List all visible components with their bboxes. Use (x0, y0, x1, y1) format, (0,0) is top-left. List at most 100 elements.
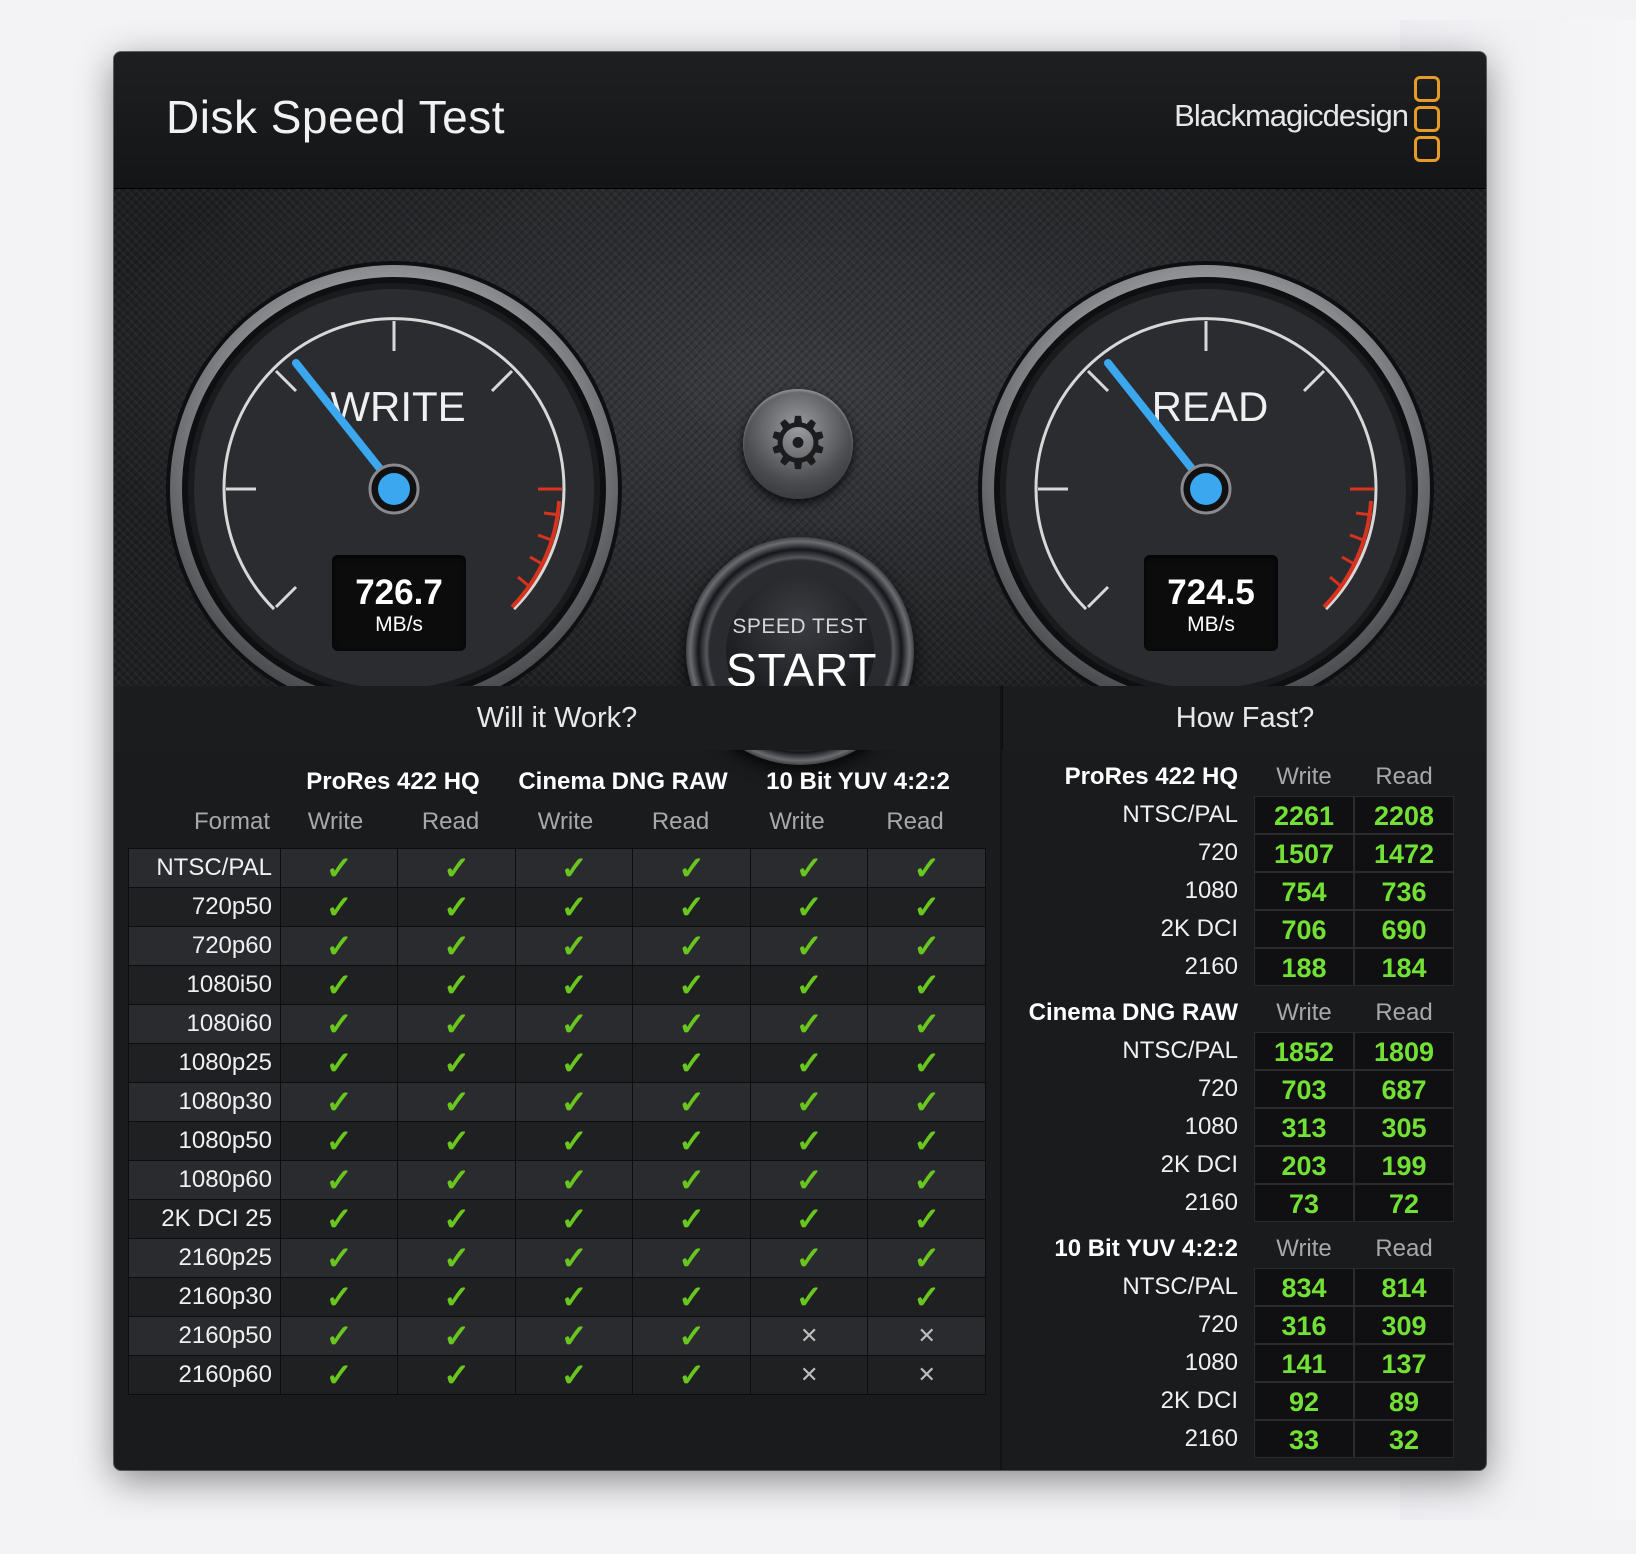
status-cell: ✓ (279, 926, 399, 966)
status-cell: ✓ (632, 1121, 751, 1161)
status-cell: ✓ (514, 1199, 634, 1239)
read-fps-value: 137 (1354, 1344, 1454, 1382)
how-fast-heading: How Fast? (1002, 686, 1486, 750)
status-cell: ✓ (514, 887, 634, 927)
write-column-header: Write (1276, 1235, 1332, 1262)
table-row: 1080 754 736 (1002, 872, 1486, 910)
write-value: 726.7 (355, 573, 443, 612)
write-fps-value: 313 (1254, 1108, 1354, 1146)
check-icon: ✓ (325, 1123, 353, 1159)
table-row: 2K DCI 203 199 (1002, 1146, 1486, 1184)
format-label: 2K DCI 25 (128, 1199, 281, 1239)
status-cell: ✓ (632, 1277, 751, 1317)
check-icon: ✓ (678, 850, 706, 886)
read-fps-value: 1809 (1354, 1032, 1454, 1070)
check-icon: ✓ (795, 1045, 823, 1081)
check-icon: ✓ (913, 928, 941, 964)
cross-icon: ✕ (799, 1323, 819, 1348)
write-fps-value: 2261 (1254, 796, 1354, 834)
check-icon: ✓ (560, 1318, 588, 1354)
status-cell: ✓ (397, 848, 516, 888)
status-cell: ✓ (397, 1160, 516, 1200)
check-icon: ✓ (913, 1045, 941, 1081)
write-fps-value: 188 (1254, 948, 1354, 986)
status-cell: ✓ (514, 1316, 634, 1356)
read-fps-value: 89 (1354, 1382, 1454, 1420)
status-cell: ✓ (867, 1121, 986, 1161)
check-icon: ✓ (560, 1240, 588, 1276)
read-value: 724.5 (1167, 573, 1255, 612)
status-cell: ✓ (514, 1277, 634, 1317)
status-cell: ✓ (514, 1160, 634, 1200)
check-icon: ✓ (678, 1201, 706, 1237)
status-cell: ✓ (514, 1355, 634, 1395)
table-row: 2160p25 ✓ ✓ ✓ ✓ ✓ ✓ (128, 1238, 986, 1278)
status-cell: ✓ (632, 848, 751, 888)
check-icon: ✓ (560, 889, 588, 925)
format-label: 1080i60 (128, 1004, 281, 1044)
table-row: 720 316 309 (1002, 1306, 1486, 1344)
status-cell: ✓ (867, 965, 986, 1005)
read-fps-value: 814 (1354, 1268, 1454, 1306)
resolution-label: 1080 (1184, 1349, 1238, 1376)
group-yuv: 10 Bit YUV 4:2:2 (766, 768, 950, 795)
read-fps-value: 1472 (1354, 834, 1454, 872)
check-icon: ✓ (325, 928, 353, 964)
status-cell: ✓ (632, 1238, 751, 1278)
table-row: 2K DCI 92 89 (1002, 1382, 1486, 1420)
check-icon: ✓ (678, 889, 706, 925)
status-cell: ✓ (279, 1121, 399, 1161)
resolution-label: NTSC/PAL (1122, 1273, 1238, 1300)
table-row: 1080 141 137 (1002, 1344, 1486, 1382)
format-label: 2160p50 (128, 1316, 281, 1356)
status-cell: ✓ (397, 1277, 516, 1317)
app-title: Disk Speed Test (166, 91, 506, 143)
table-row: 2K DCI 706 690 (1002, 910, 1486, 948)
cross-icon: ✕ (917, 1323, 936, 1348)
check-icon: ✓ (560, 1006, 588, 1042)
status-cell: ✓ (632, 887, 751, 927)
settings-button[interactable]: ⚙ (743, 389, 853, 499)
check-icon: ✓ (443, 1006, 471, 1042)
check-icon: ✓ (325, 1006, 353, 1042)
status-cell: ✓ (867, 1004, 986, 1044)
table-row: 720p50 ✓ ✓ ✓ ✓ ✓ ✓ (128, 887, 986, 927)
status-cell: ✓ (397, 965, 516, 1005)
write-fps-value: 33 (1254, 1420, 1354, 1458)
check-icon: ✓ (325, 1357, 353, 1393)
table-row: 2160p50 ✓ ✓ ✓ ✓ ✕ ✕ (128, 1316, 986, 1356)
block-title: ProRes 422 HQ (1064, 763, 1238, 790)
write-unit: MB/s (375, 613, 423, 636)
table-row: NTSC/PAL 2261 2208 (1002, 796, 1486, 834)
check-icon: ✓ (913, 1006, 941, 1042)
format-label: 1080p30 (128, 1082, 281, 1122)
status-cell: ✓ (397, 1082, 516, 1122)
table-row: 2160 73 72 (1002, 1184, 1486, 1222)
resolution-label: NTSC/PAL (1122, 1037, 1238, 1064)
check-icon: ✓ (443, 889, 471, 925)
check-icon: ✓ (325, 889, 353, 925)
check-icon: ✓ (443, 1123, 471, 1159)
will-it-work-heading: Will it Work? (114, 686, 1000, 750)
check-icon: ✓ (443, 1201, 471, 1237)
read-fps-value: 184 (1354, 948, 1454, 986)
table-row: 2160p60 ✓ ✓ ✓ ✓ ✕ ✕ (128, 1355, 986, 1395)
check-icon: ✓ (913, 1084, 941, 1120)
check-icon: ✓ (795, 1240, 823, 1276)
resolution-label: NTSC/PAL (1122, 801, 1238, 828)
write-fps-value: 203 (1254, 1146, 1354, 1184)
table-row: 1080p30 ✓ ✓ ✓ ✓ ✓ ✓ (128, 1082, 986, 1122)
table-row: 2160 188 184 (1002, 948, 1486, 986)
status-cell: ✓ (632, 1199, 751, 1239)
read-fps-value: 736 (1354, 872, 1454, 910)
check-icon: ✓ (795, 850, 823, 886)
status-cell: ✓ (514, 1043, 634, 1083)
status-cell: ✓ (749, 887, 869, 927)
format-label: 720p50 (128, 887, 281, 927)
format-label: 2160p60 (128, 1355, 281, 1395)
table-row: 1080p50 ✓ ✓ ✓ ✓ ✓ ✓ (128, 1121, 986, 1161)
check-icon: ✓ (560, 1045, 588, 1081)
brand-logo-icon (1414, 76, 1442, 162)
title-bar: Disk Speed Test Blackmagicdesign (114, 52, 1486, 188)
status-cell: ✓ (749, 1082, 869, 1122)
